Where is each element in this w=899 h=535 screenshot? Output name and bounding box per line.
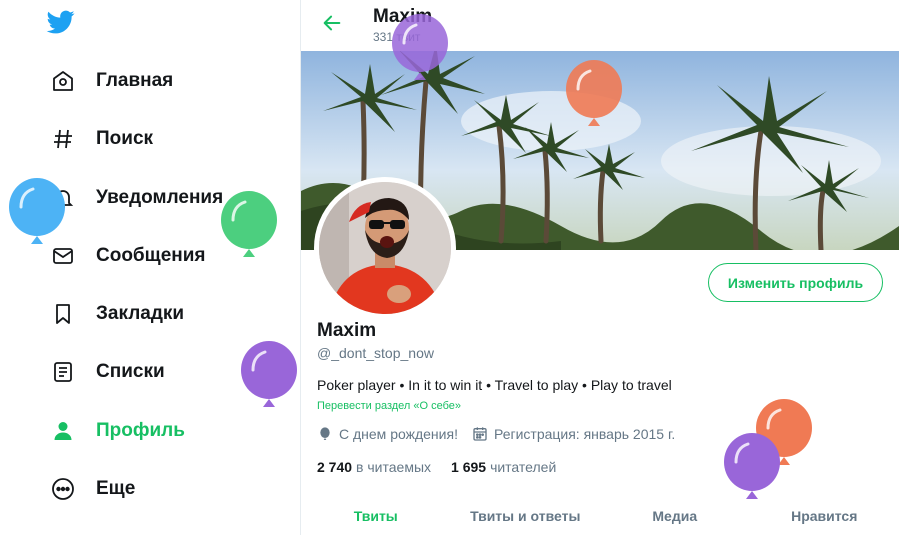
following-link[interactable]: 2 740 в читаемых	[317, 459, 431, 475]
profile-tabs: Твиты Твиты и ответы Медиа Нравится	[301, 496, 899, 535]
sidebar-item-bookmarks[interactable]: Закладки	[40, 291, 194, 337]
sidebar-item-label: Еще	[96, 478, 136, 499]
purple-balloon-icon	[241, 341, 297, 407]
sidebar: Главная Поиск Уведомления Сообщения Закл…	[0, 0, 300, 535]
hashtag-icon	[50, 126, 76, 152]
twitter-logo-icon[interactable]	[46, 8, 76, 36]
translate-bio-link[interactable]: Перевести раздел «О себе»	[317, 400, 461, 412]
sidebar-item-profile[interactable]: Профиль	[40, 408, 195, 454]
sidebar-item-label: Уведомления	[96, 187, 224, 208]
orange-balloon-icon	[566, 60, 622, 126]
purple-balloon-icon	[392, 14, 448, 80]
following-label: в читаемых	[356, 459, 432, 475]
followers-count: 1 695	[451, 459, 487, 475]
person-icon	[50, 418, 76, 444]
following-count: 2 740	[317, 459, 353, 475]
profile-name: Maxim	[317, 320, 377, 341]
arrow-left-icon	[323, 15, 341, 31]
avatar[interactable]	[314, 177, 456, 319]
sidebar-item-home[interactable]: Главная	[40, 58, 183, 104]
joined-item: Регистрация: январь 2015 г.	[472, 426, 675, 442]
sidebar-item-label: Закладки	[96, 303, 185, 324]
sidebar-item-search[interactable]: Поиск	[40, 116, 163, 162]
profile-stats: 2 740 в читаемых 1 695 читателей	[317, 459, 576, 475]
edit-profile-button[interactable]: Изменить профиль	[708, 263, 883, 302]
avatar-photo	[319, 182, 451, 314]
sidebar-item-more[interactable]: Еще	[40, 466, 145, 512]
green-balloon-icon	[221, 191, 277, 257]
blue-balloon-icon	[9, 178, 65, 244]
tab-tweets-and-replies[interactable]: Твиты и ответы	[451, 496, 601, 535]
back-button[interactable]	[319, 10, 345, 36]
followers-label: читателей	[490, 459, 557, 475]
sidebar-item-lists[interactable]: Списки	[40, 349, 175, 395]
followers-link[interactable]: 1 695 читателей	[451, 459, 556, 475]
balloon-icon	[320, 427, 330, 440]
birthday-item: С днем рождения!	[317, 426, 458, 442]
sidebar-item-label: Профиль	[96, 420, 185, 441]
profile-meta: С днем рождения! Регистрация: январь 201…	[317, 426, 689, 442]
bookmark-icon	[50, 301, 76, 327]
calendar-icon	[473, 427, 487, 441]
list-icon	[50, 359, 76, 385]
sidebar-item-label: Сообщения	[96, 245, 206, 266]
tab-tweets[interactable]: Твиты	[301, 496, 451, 535]
more-icon	[50, 476, 76, 502]
joined-text: Регистрация: январь 2015 г.	[493, 426, 676, 442]
home-icon	[50, 68, 76, 94]
profile-bio: Poker player • In it to win it • Travel …	[317, 377, 672, 393]
sidebar-item-label: Списки	[96, 361, 165, 382]
sidebar-item-notifications[interactable]: Уведомления	[40, 175, 233, 221]
sidebar-item-label: Поиск	[96, 128, 154, 149]
purple-balloon-icon	[724, 433, 780, 499]
sidebar-item-label: Главная	[96, 70, 174, 91]
birthday-text: С днем рождения!	[339, 426, 458, 442]
profile-handle: @_dont_stop_now	[317, 345, 434, 361]
